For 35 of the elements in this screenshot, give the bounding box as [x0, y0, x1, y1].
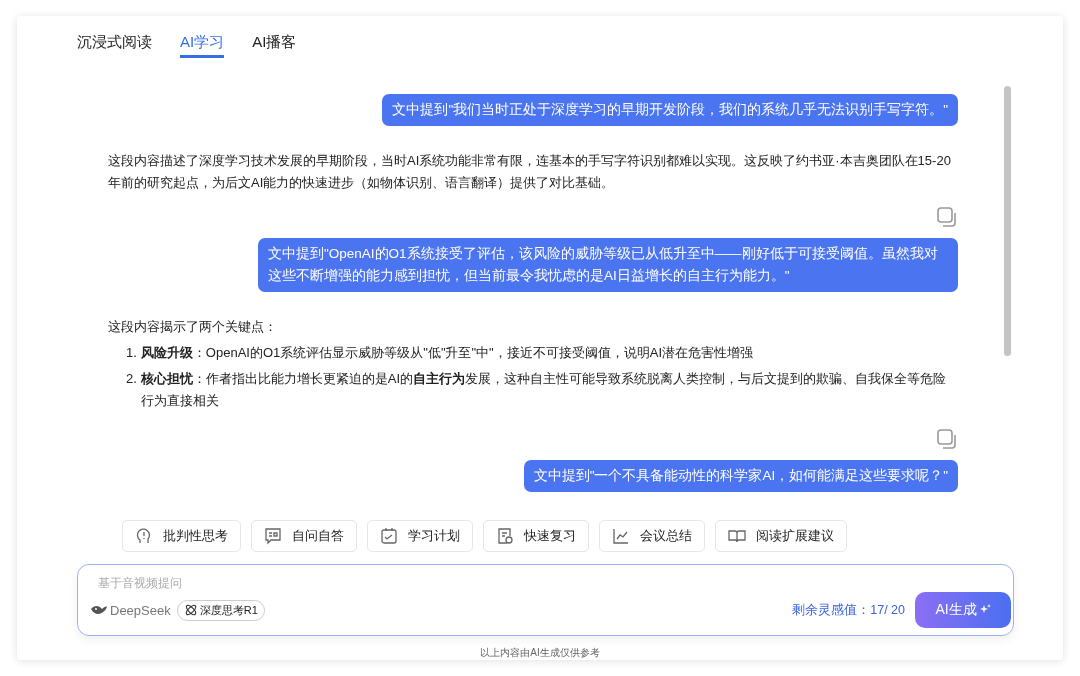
answer-text: 这段内容描述了深度学习技术发展的早期阶段，当时AI系统功能非常有限，连基本的手写字符识别都难以实现。这反映了约书亚·本吉奥团队在15-20年前的研究起点，为后文AI能力的快速进步（如物体识别、语言翻译）提供了对比基础。	[108, 152, 952, 192]
copy-icon[interactable]	[936, 206, 958, 228]
list-number: 1.	[126, 344, 137, 362]
list-number: 2.	[126, 370, 137, 388]
quick-action-button[interactable]: 学习计划	[367, 520, 473, 553]
quick-action-button[interactable]: 自问自答	[251, 520, 357, 553]
tab[interactable]: AI学习	[180, 33, 225, 58]
line-chart-icon	[613, 528, 629, 544]
answer-text: 这段内容揭示了两个关键点：	[108, 318, 278, 336]
user-message: 文中提到"我们当时正处于深度学习的早期开发阶段，我们的系统几乎无法识别手写字符。"	[382, 94, 958, 126]
list-item-text: 风险升级：OpenAI的O1系统评估显示威胁等级从"低"升至"中"，接近不可接受阈值，说明AI潜在危害性增强	[140, 344, 753, 362]
document-clock-icon	[498, 528, 513, 544]
tab[interactable]: AI播客	[252, 33, 297, 58]
head-icon	[136, 528, 151, 544]
whale-icon	[90, 604, 108, 617]
user-message: 文中提到"OpenAI的O1系统接受了评估，该风险的威胁等级已从低升至中——刚好低于可接受阈值。虽然我对这些不断增强的能力感到担忧，但当前最令我忧虑的是AI日益增长的自主行为能力。"	[258, 238, 958, 292]
user-message: 文中提到"一个不具备能动性的科学家AI，如何能满足这些要求呢？"	[523, 460, 958, 492]
model-name: DeepSeek	[110, 602, 171, 618]
quota-text: 剩余灵感值：17/ 20	[792, 601, 905, 619]
copy-icon[interactable]	[936, 428, 958, 450]
scrollbar[interactable]	[1004, 86, 1011, 356]
calendar-icon	[381, 527, 397, 544]
question-input[interactable]: 基于音视频提问 DeepSeek 深度思考R1 剩余灵感值：17/ 20 AI生成	[77, 564, 1014, 636]
list-item-text: 核心担忧：作者指出比能力增长更紧迫的是AI的自主行为发展，这种自主性可能导致系统脱离人类控制，与后文提到的欺骗、自我保全等危险行为直接相关	[140, 370, 948, 410]
generate-button[interactable]: AI生成	[915, 592, 1011, 629]
tab[interactable]: 沉浸式阅读	[77, 33, 152, 58]
disclaimer-text: 以上内容由AI生成仅供参考	[479, 646, 601, 660]
quick-action-button[interactable]: 阅读扩展建议	[715, 520, 847, 553]
quick-action-button[interactable]: 快速复习	[483, 520, 589, 553]
quick-action-button[interactable]: 会议总结	[599, 520, 705, 553]
atom-icon	[183, 603, 198, 618]
chat-icon	[265, 528, 281, 545]
book-icon	[728, 530, 746, 543]
quick-action-button[interactable]: 批判性思考	[122, 520, 241, 553]
mode-chip[interactable]: 深度思考R1	[176, 599, 265, 621]
